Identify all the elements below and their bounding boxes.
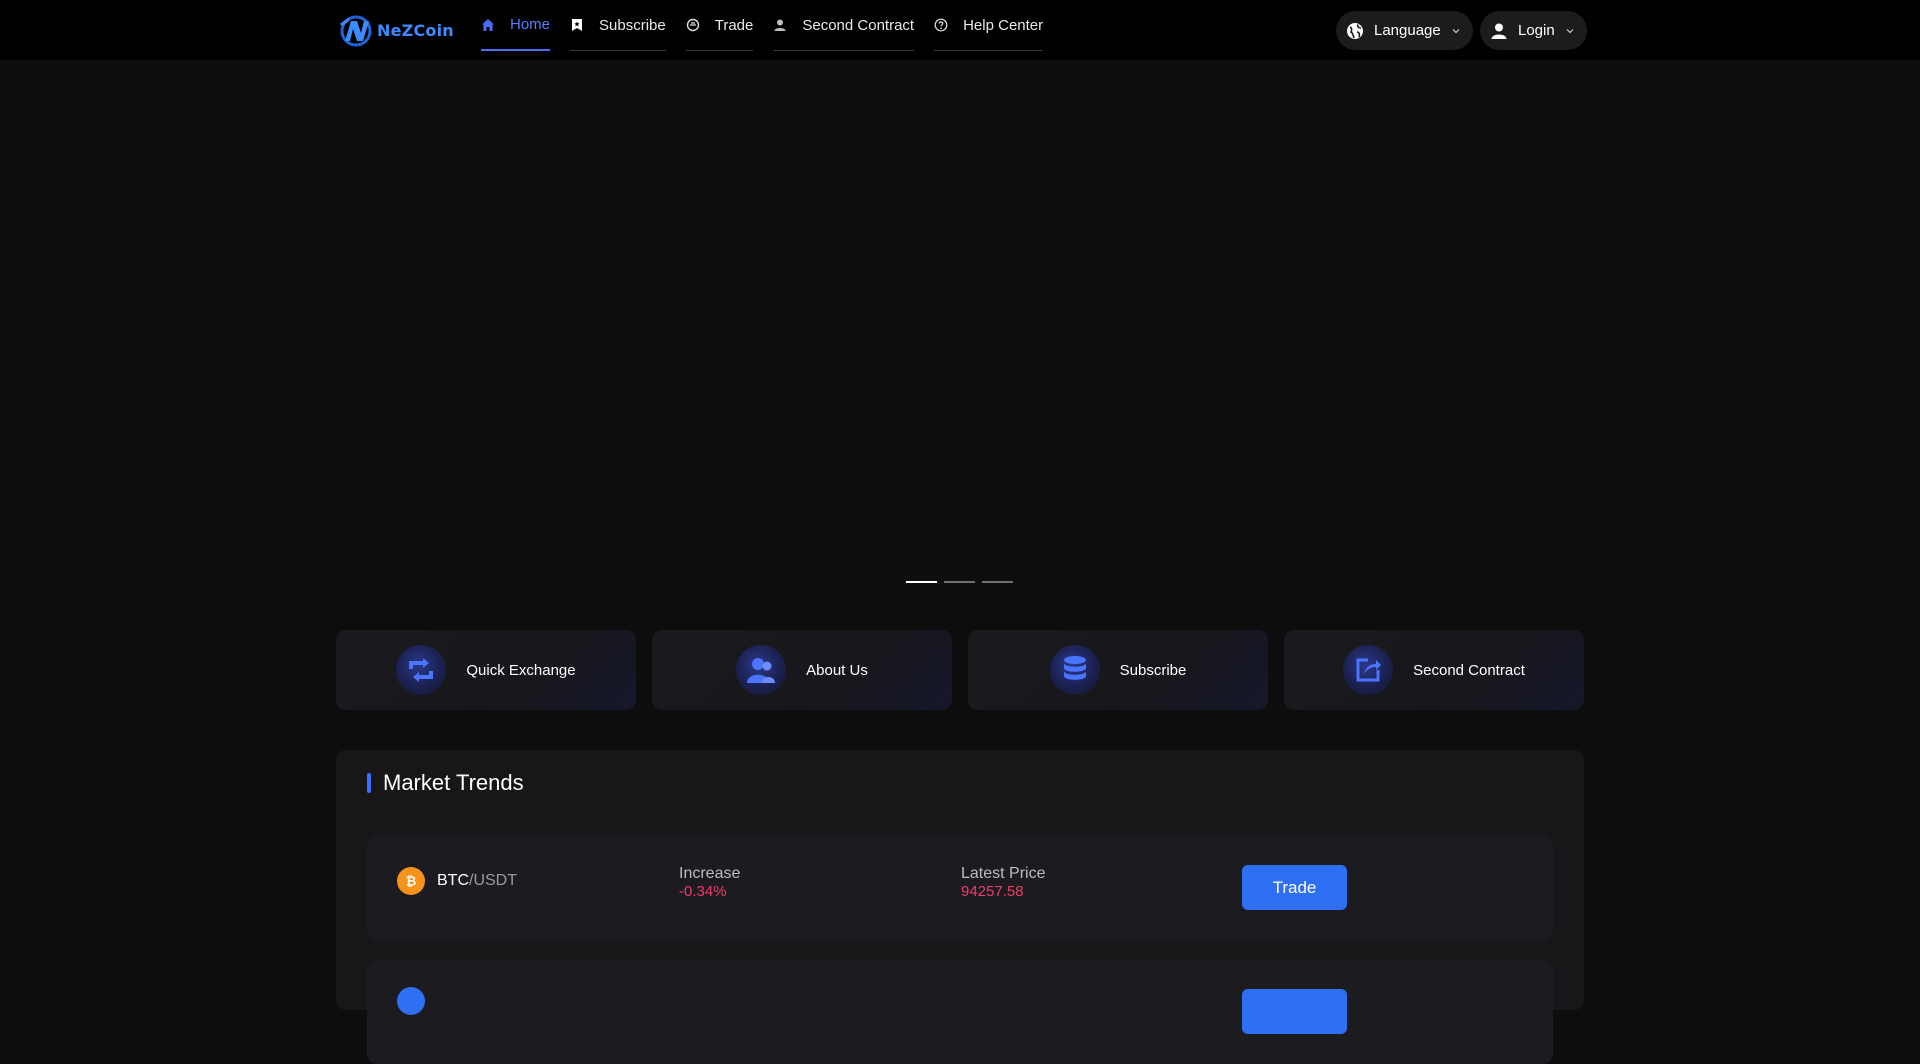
- login-label: Login: [1518, 22, 1555, 39]
- quick-link-exchange[interactable]: Quick Exchange: [336, 630, 636, 710]
- quick-link-subscribe[interactable]: Subscribe: [968, 630, 1268, 710]
- market-row[interactable]: [367, 960, 1553, 1064]
- price-value: 94257.58: [961, 883, 1024, 900]
- share-icon: [1343, 645, 1394, 695]
- main-nav: Home Subscribe Trade Second Contract Hel…: [481, 0, 1063, 60]
- coin-icon: [686, 18, 700, 32]
- user-icon: [1490, 22, 1508, 40]
- nav-subscribe[interactable]: Subscribe: [570, 0, 666, 51]
- nav-trade[interactable]: Trade: [685, 0, 754, 51]
- svg-text:₿: ₿: [406, 875, 417, 890]
- top-header: NeZCoin Home Subscribe Trade Second Cont…: [0, 0, 1920, 60]
- database-icon: [1049, 645, 1100, 695]
- quick-link-about-label: About Us: [806, 661, 868, 679]
- price-label: Latest Price: [961, 865, 1046, 882]
- user-icon: [773, 18, 787, 32]
- quick-link-second-contract[interactable]: Second Contract: [1284, 630, 1584, 710]
- pair-base: BTC: [437, 872, 469, 889]
- exchange-icon: [396, 645, 447, 695]
- title-accent-bar: [367, 773, 371, 793]
- pair-quote: /USDT: [469, 872, 517, 889]
- coin-icon: [397, 987, 425, 1015]
- carousel-indicators: [906, 581, 1020, 583]
- carousel-dot-1[interactable]: [906, 581, 937, 583]
- brand-logo[interactable]: NeZCoin: [337, 13, 454, 47]
- increase-label: Increase: [679, 865, 741, 882]
- nav-second-contract[interactable]: Second Contract: [773, 0, 915, 51]
- increase-stat: Increase -0.34%: [679, 865, 740, 901]
- increase-value: -0.34%: [679, 883, 727, 900]
- language-label: Language: [1374, 22, 1441, 39]
- quick-link-about[interactable]: About Us: [652, 630, 952, 710]
- bitcoin-icon: ₿: [397, 867, 425, 895]
- nav-second-contract-label: Second Contract: [802, 16, 915, 34]
- nav-trade-label: Trade: [714, 16, 754, 34]
- nav-subscribe-label: Subscribe: [599, 16, 666, 34]
- users-icon: [736, 645, 787, 695]
- home-icon: [481, 18, 495, 32]
- nav-home[interactable]: Home: [481, 0, 551, 51]
- brand-name: NeZCoin: [377, 20, 454, 40]
- bookmark-star-icon: [570, 18, 584, 32]
- quick-links: Quick Exchange About Us Subscribe Second…: [336, 630, 1584, 710]
- market-title-text: Market Trends: [383, 770, 524, 795]
- market-pair: ₿ BTC/USDT: [397, 867, 517, 895]
- carousel-dot-2[interactable]: [944, 581, 975, 583]
- carousel-dot-3[interactable]: [982, 581, 1013, 583]
- language-selector[interactable]: Language: [1336, 11, 1473, 50]
- trade-button[interactable]: Trade: [1242, 865, 1347, 910]
- quick-link-second-contract-label: Second Contract: [1413, 661, 1525, 679]
- logo-icon: [337, 13, 375, 47]
- market-title: Market Trends: [367, 770, 524, 795]
- nav-help-center-label: Help Center: [963, 16, 1044, 34]
- price-stat: Latest Price 94257.58: [961, 865, 1045, 901]
- market-trends-panel: Market Trends ₿ BTC/USDT Increase -0.34%…: [336, 750, 1584, 1064]
- trade-button[interactable]: [1242, 989, 1347, 1034]
- market-row[interactable]: ₿ BTC/USDT Increase -0.34% Latest Price …: [367, 836, 1553, 940]
- chevron-down-icon: [1565, 26, 1575, 36]
- quick-link-exchange-label: Quick Exchange: [466, 661, 576, 679]
- help-circle-icon: [934, 18, 948, 32]
- hero-banner: [0, 60, 1920, 600]
- quick-link-subscribe-label: Subscribe: [1119, 661, 1187, 679]
- nav-home-label: Home: [510, 16, 551, 33]
- header-inner: NeZCoin Home Subscribe Trade Second Cont…: [337, 0, 1587, 60]
- chevron-down-icon: [1451, 26, 1461, 36]
- nav-help-center[interactable]: Help Center: [934, 0, 1044, 51]
- globe-icon: [1346, 22, 1364, 40]
- login-menu[interactable]: Login: [1480, 11, 1587, 50]
